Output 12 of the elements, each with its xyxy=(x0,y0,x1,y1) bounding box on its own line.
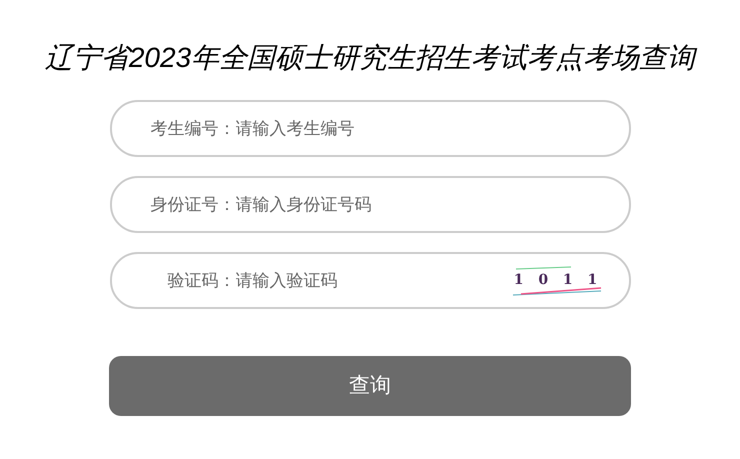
field-label: 验证码： xyxy=(166,270,236,292)
text-input[interactable]: 请输入身份证号码 xyxy=(236,192,628,218)
text-input[interactable]: 请输入考生编号 xyxy=(236,116,628,142)
page-title: 辽宁省2023年全国硕士研究生招生考试考点考场查询 xyxy=(44,41,696,75)
input-field[interactable]: 身份证号：请输入身份证号码 xyxy=(110,176,630,233)
query-button[interactable]: 查询 xyxy=(109,356,631,416)
input-field[interactable]: 验证码：请输入验证码 1 0 1 1 xyxy=(110,252,630,309)
field-label: 身份证号： xyxy=(150,194,236,216)
input-field[interactable]: 考生编号：请输入考生编号 xyxy=(110,100,630,157)
text-input[interactable]: 请输入验证码 xyxy=(236,268,510,294)
captcha-image[interactable]: 1 0 1 1 xyxy=(510,266,602,296)
field-label: 考生编号： xyxy=(150,118,236,140)
